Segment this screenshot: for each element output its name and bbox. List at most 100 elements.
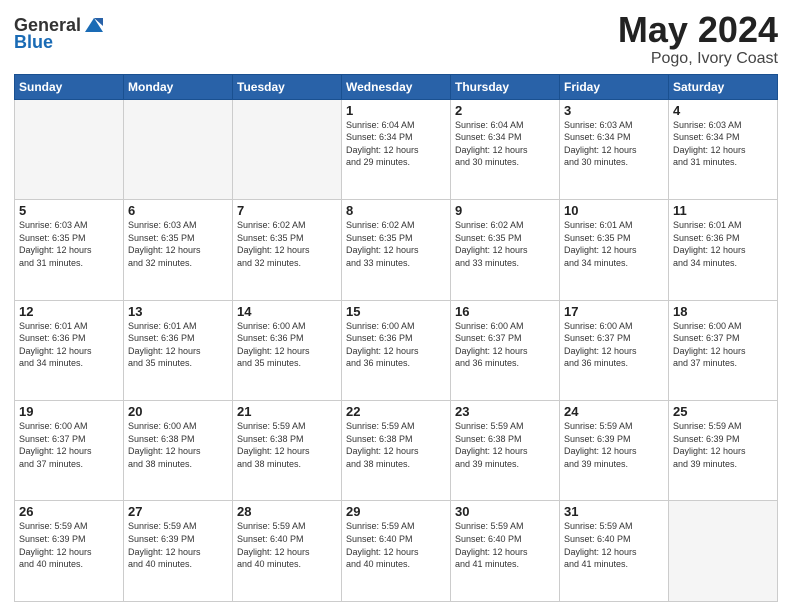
day-info: Sunrise: 6:04 AM Sunset: 6:34 PM Dayligh… — [346, 119, 446, 169]
calendar-week-0: 1Sunrise: 6:04 AM Sunset: 6:34 PM Daylig… — [15, 99, 778, 199]
day-info: Sunrise: 5:59 AM Sunset: 6:40 PM Dayligh… — [346, 520, 446, 570]
calendar-cell: 18Sunrise: 6:00 AM Sunset: 6:37 PM Dayli… — [669, 300, 778, 400]
day-info: Sunrise: 6:02 AM Sunset: 6:35 PM Dayligh… — [346, 219, 446, 269]
day-number: 23 — [455, 404, 555, 419]
calendar-cell: 11Sunrise: 6:01 AM Sunset: 6:36 PM Dayli… — [669, 200, 778, 300]
calendar-week-1: 5 Sunrise: 6:03 AM Sunset: 6:35 PM Daylig… — [15, 200, 778, 300]
day-number: 2 — [455, 103, 555, 118]
day-info: Sunrise: 6:02 AM Sunset: 6:35 PM Dayligh… — [455, 219, 555, 269]
day-info: Sunrise: 6:04 AM Sunset: 6:34 PM Dayligh… — [455, 119, 555, 169]
day-info: Sunrise: 6:03 AM Sunset: 6:34 PM Dayligh… — [564, 119, 664, 169]
day-info: Sunrise: 5:59 AM Sunset: 6:40 PM Dayligh… — [237, 520, 337, 570]
calendar-cell — [669, 501, 778, 602]
col-saturday: Saturday — [669, 74, 778, 99]
day-number: 22 — [346, 404, 446, 419]
day-number: 27 — [128, 504, 228, 519]
day-info: Sunrise: 6:00 AM Sunset: 6:38 PM Dayligh… — [128, 420, 228, 470]
day-number: 19 — [19, 404, 119, 419]
calendar-week-4: 26 Sunrise: 5:59 AM Sunset: 6:39 PM Dayli… — [15, 501, 778, 602]
day-number: 21 — [237, 404, 337, 419]
calendar-week-2: 12Sunrise: 6:01 AM Sunset: 6:36 PM Dayli… — [15, 300, 778, 400]
col-wednesday: Wednesday — [342, 74, 451, 99]
day-info: Sunrise: 5:59 AM Sunset: 6:39 PM Dayligh… — [128, 520, 228, 570]
calendar-cell: 31Sunrise: 5:59 AM Sunset: 6:40 PM Dayli… — [560, 501, 669, 602]
col-monday: Monday — [124, 74, 233, 99]
day-number: 16 — [455, 304, 555, 319]
calendar-cell: 17Sunrise: 6:00 AM Sunset: 6:37 PM Dayli… — [560, 300, 669, 400]
calendar-cell: 25Sunrise: 5:59 AM Sunset: 6:39 PM Dayli… — [669, 401, 778, 501]
day-number: 26 — [19, 504, 119, 519]
col-tuesday: Tuesday — [233, 74, 342, 99]
logo: General Blue — [14, 14, 105, 53]
calendar-week-3: 19Sunrise: 6:00 AM Sunset: 6:37 PM Dayli… — [15, 401, 778, 501]
day-info: Sunrise: 6:01 AM Sunset: 6:36 PM Dayligh… — [19, 320, 119, 370]
day-number: 7 — [237, 203, 337, 218]
calendar-cell: 7Sunrise: 6:02 AM Sunset: 6:35 PM Daylig… — [233, 200, 342, 300]
calendar-cell: 14Sunrise: 6:00 AM Sunset: 6:36 PM Dayli… — [233, 300, 342, 400]
day-info: Sunrise: 6:00 AM Sunset: 6:37 PM Dayligh… — [455, 320, 555, 370]
day-info: Sunrise: 6:00 AM Sunset: 6:37 PM Dayligh… — [19, 420, 119, 470]
calendar-cell: 23Sunrise: 5:59 AM Sunset: 6:38 PM Dayli… — [451, 401, 560, 501]
day-info: Sunrise: 6:00 AM Sunset: 6:37 PM Dayligh… — [564, 320, 664, 370]
calendar-cell: 22Sunrise: 5:59 AM Sunset: 6:38 PM Dayli… — [342, 401, 451, 501]
day-number: 9 — [455, 203, 555, 218]
calendar-cell: 8Sunrise: 6:02 AM Sunset: 6:35 PM Daylig… — [342, 200, 451, 300]
day-number: 3 — [564, 103, 664, 118]
day-number: 31 — [564, 504, 664, 519]
day-info: Sunrise: 5:59 AM Sunset: 6:39 PM Dayligh… — [673, 420, 773, 470]
day-info: Sunrise: 6:01 AM Sunset: 6:36 PM Dayligh… — [128, 320, 228, 370]
day-number: 6 — [128, 203, 228, 218]
day-number: 18 — [673, 304, 773, 319]
calendar-cell: 28Sunrise: 5:59 AM Sunset: 6:40 PM Dayli… — [233, 501, 342, 602]
day-info: Sunrise: 6:01 AM Sunset: 6:35 PM Dayligh… — [564, 219, 664, 269]
col-friday: Friday — [560, 74, 669, 99]
calendar-cell: 12Sunrise: 6:01 AM Sunset: 6:36 PM Dayli… — [15, 300, 124, 400]
day-number: 10 — [564, 203, 664, 218]
day-number: 17 — [564, 304, 664, 319]
col-sunday: Sunday — [15, 74, 124, 99]
day-number: 5 — [19, 203, 119, 218]
calendar-cell: 13Sunrise: 6:01 AM Sunset: 6:36 PM Dayli… — [124, 300, 233, 400]
day-number: 15 — [346, 304, 446, 319]
calendar-cell: 3Sunrise: 6:03 AM Sunset: 6:34 PM Daylig… — [560, 99, 669, 199]
calendar-cell: 15Sunrise: 6:00 AM Sunset: 6:36 PM Dayli… — [342, 300, 451, 400]
day-info: Sunrise: 5:59 AM Sunset: 6:39 PM Dayligh… — [564, 420, 664, 470]
calendar-cell: 29Sunrise: 5:59 AM Sunset: 6:40 PM Dayli… — [342, 501, 451, 602]
calendar-cell: 30Sunrise: 5:59 AM Sunset: 6:40 PM Dayli… — [451, 501, 560, 602]
day-info: Sunrise: 5:59 AM Sunset: 6:40 PM Dayligh… — [564, 520, 664, 570]
calendar-cell — [124, 99, 233, 199]
day-number: 30 — [455, 504, 555, 519]
title-block: May 2024 Pogo, Ivory Coast — [618, 10, 778, 68]
day-info: Sunrise: 6:01 AM Sunset: 6:36 PM Dayligh… — [673, 219, 773, 269]
day-number: 12 — [19, 304, 119, 319]
day-info: Sunrise: 6:00 AM Sunset: 6:37 PM Dayligh… — [673, 320, 773, 370]
logo-blue: Blue — [14, 32, 53, 53]
day-info: Sunrise: 5:59 AM Sunset: 6:38 PM Dayligh… — [237, 420, 337, 470]
calendar-cell: 21Sunrise: 5:59 AM Sunset: 6:38 PM Dayli… — [233, 401, 342, 501]
header: General Blue May 2024 Pogo, Ivory Coast — [14, 10, 778, 68]
day-info: Sunrise: 5:59 AM Sunset: 6:40 PM Dayligh… — [455, 520, 555, 570]
day-info: Sunrise: 5:59 AM Sunset: 6:38 PM Dayligh… — [346, 420, 446, 470]
calendar-cell: 27Sunrise: 5:59 AM Sunset: 6:39 PM Dayli… — [124, 501, 233, 602]
calendar-cell: 24Sunrise: 5:59 AM Sunset: 6:39 PM Dayli… — [560, 401, 669, 501]
day-number: 1 — [346, 103, 446, 118]
day-info: Sunrise: 5:59 AM Sunset: 6:38 PM Dayligh… — [455, 420, 555, 470]
location: Pogo, Ivory Coast — [618, 50, 778, 68]
day-number: 25 — [673, 404, 773, 419]
calendar-cell: 1Sunrise: 6:04 AM Sunset: 6:34 PM Daylig… — [342, 99, 451, 199]
calendar-cell: 19Sunrise: 6:00 AM Sunset: 6:37 PM Dayli… — [15, 401, 124, 501]
day-number: 13 — [128, 304, 228, 319]
calendar-header-row: Sunday Monday Tuesday Wednesday Thursday… — [15, 74, 778, 99]
day-number: 4 — [673, 103, 773, 118]
calendar-cell: 5Sunrise: 6:03 AM Sunset: 6:35 PM Daylig… — [15, 200, 124, 300]
day-number: 29 — [346, 504, 446, 519]
col-thursday: Thursday — [451, 74, 560, 99]
day-info: Sunrise: 6:03 AM Sunset: 6:35 PM Dayligh… — [128, 219, 228, 269]
day-number: 28 — [237, 504, 337, 519]
calendar-cell: 16Sunrise: 6:00 AM Sunset: 6:37 PM Dayli… — [451, 300, 560, 400]
calendar-cell: 9Sunrise: 6:02 AM Sunset: 6:35 PM Daylig… — [451, 200, 560, 300]
day-number: 20 — [128, 404, 228, 419]
day-info: Sunrise: 6:00 AM Sunset: 6:36 PM Dayligh… — [346, 320, 446, 370]
day-info: Sunrise: 6:00 AM Sunset: 6:36 PM Dayligh… — [237, 320, 337, 370]
calendar-cell: 6Sunrise: 6:03 AM Sunset: 6:35 PM Daylig… — [124, 200, 233, 300]
